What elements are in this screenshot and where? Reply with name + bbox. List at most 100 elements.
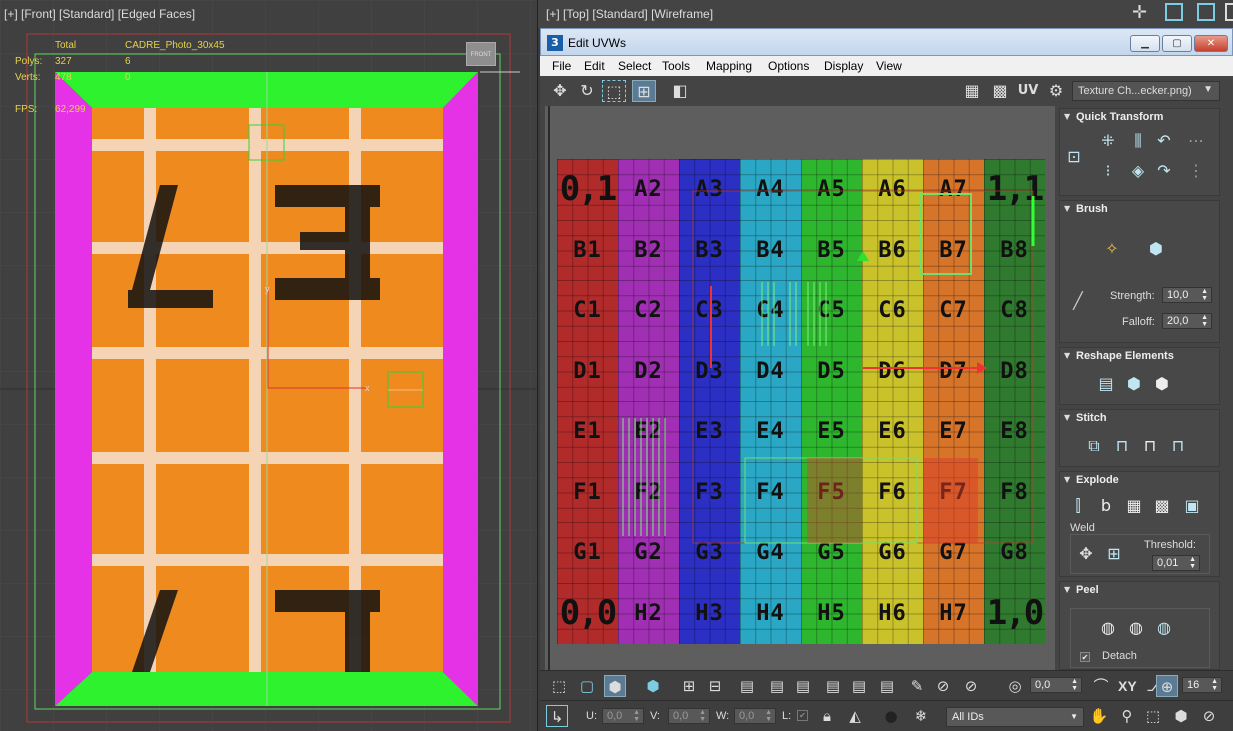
flatten-by-material-icon[interactable]: ▣ (1180, 494, 1204, 518)
grow-selection-icon[interactable]: ⊞ (678, 675, 700, 697)
absolute-offset-icon[interactable]: ↳ (546, 705, 568, 727)
threshold-spinner[interactable]: 0,01 ▲ ▼ (1152, 555, 1200, 571)
zoom-extents-icon[interactable]: ⬢ (1170, 705, 1192, 727)
mirror-icon[interactable]: ◧ (668, 80, 692, 102)
flatten-by-polygon-icon[interactable]: ▦ (1122, 494, 1146, 518)
menu-select[interactable]: Select (618, 59, 651, 73)
zoom-icon[interactable]: ✛ (1132, 2, 1147, 23)
menu-edit[interactable]: Edit (584, 59, 605, 73)
v-spinner[interactable]: 0,0 ▲ ▼ (668, 708, 710, 724)
select-vertex-icon[interactable]: ⬚ (548, 675, 570, 697)
spinner-arrows-icon[interactable]: ▲ ▼ (1211, 678, 1218, 692)
collapse-icon[interactable]: ▼ (1064, 475, 1070, 484)
collapse-icon[interactable]: ▼ (1064, 112, 1070, 121)
select-edge-icon[interactable]: ▢ (576, 675, 598, 697)
target-weld-icon[interactable]: ⊞ (1102, 542, 1126, 566)
loop-icon[interactable]: ▤ (736, 675, 758, 697)
maximize-viewport-icon[interactable] (1225, 3, 1233, 21)
top-viewport-label[interactable]: [+] [Top] [Standard] [Wireframe] (546, 7, 713, 21)
paint-shrink-icon[interactable]: ⊘ (960, 675, 982, 697)
rollout-title[interactable]: Stitch (1076, 412, 1107, 424)
ring-icon[interactable]: ▤ (792, 675, 814, 697)
flatten-by-smoothing-icon[interactable]: ▩ (1150, 494, 1174, 518)
rollout-title[interactable]: Peel (1076, 584, 1099, 596)
zoom-region-icon[interactable]: ⬚ (1142, 705, 1164, 727)
rollout-title[interactable]: Brush (1076, 203, 1108, 215)
close-button[interactable]: ✕ (1194, 35, 1228, 52)
relax-icon[interactable]: ⬢ (1150, 372, 1174, 396)
spinner-arrows-icon[interactable]: ▲ ▼ (1071, 678, 1078, 692)
move-icon[interactable]: ✥ (548, 80, 572, 102)
quick-peel-icon[interactable]: ◍ (1096, 616, 1120, 640)
shrink-selection-icon[interactable]: ⊟ (704, 675, 726, 697)
zoom-extents-icon[interactable] (1165, 3, 1183, 21)
peel-mode-icon[interactable]: ◍ (1124, 616, 1148, 640)
edge-loop-icon[interactable]: ▤ (876, 675, 898, 697)
menu-options[interactable]: Options (768, 59, 809, 73)
select-face-icon[interactable]: ⬢ (604, 675, 626, 697)
menu-mapping[interactable]: Mapping (706, 59, 752, 73)
ring-shrink-icon[interactable]: ▤ (848, 675, 870, 697)
freeform-icon[interactable]: ⊞ (632, 80, 656, 102)
select-element-icon[interactable]: ⬢ (642, 675, 664, 697)
detach-checkbox[interactable]: ✔ (1080, 652, 1090, 662)
show-map-icon[interactable]: ▩ (988, 80, 1012, 102)
window-titlebar[interactable]: 3 Edit UVWs ▁ ▢ ✕ (540, 28, 1233, 56)
relax-brush-icon[interactable]: ⬢ (1144, 237, 1168, 261)
rollout-title[interactable]: Reshape Elements (1076, 350, 1174, 362)
stitch-to-target-icon[interactable]: ⊓ (1166, 434, 1190, 458)
field-of-view-icon[interactable] (1197, 3, 1215, 21)
falloff-curve-icon[interactable]: ⌒ (1090, 675, 1112, 697)
front-viewport-label[interactable]: [+] [Front] [Standard] [Edged Faces] (4, 7, 195, 21)
paint-select-icon[interactable]: ✎ (906, 675, 928, 697)
material-id-dropdown[interactable]: All IDs ▼ (946, 707, 1084, 727)
detach-edge-icon[interactable]: b (1094, 494, 1118, 518)
angle-spinner[interactable]: 0,0 ▲ ▼ (1030, 677, 1082, 693)
falloff-spinner[interactable]: 20,0 ▲ ▼ (1162, 313, 1212, 329)
weld-selected-icon[interactable]: ✥ (1074, 542, 1098, 566)
relax-until-flat-icon[interactable]: ⬢ (1122, 372, 1146, 396)
hide-icon[interactable]: ◭ (844, 705, 866, 727)
straighten-selection-icon[interactable]: ▤ (1094, 372, 1118, 396)
front-viewport[interactable]: x y FRONT [+] [Front] [Standard] [Edged … (0, 0, 537, 731)
rollout-title[interactable]: Explode (1076, 474, 1119, 486)
ring-grow-icon[interactable]: ▤ (822, 675, 844, 697)
viewport-divider[interactable] (537, 0, 538, 731)
grid-spinner[interactable]: 16 ▲ ▼ (1182, 677, 1222, 693)
stitch-custom-icon[interactable]: ⧉ (1082, 434, 1106, 458)
soft-selection-icon[interactable]: ◎ (1004, 675, 1026, 697)
align-pivot-icon[interactable]: ⊡ (1062, 145, 1086, 169)
menu-tools[interactable]: Tools (662, 59, 690, 73)
spinner-arrows-icon[interactable]: ▲ ▼ (765, 709, 772, 723)
stitch-to-source-icon[interactable]: ⊓ (1110, 434, 1134, 458)
snap-toggle-icon[interactable]: ⊘ (1198, 705, 1220, 727)
grid-snap-icon[interactable]: ⊕ (1156, 675, 1178, 697)
rotate-icon[interactable]: ↻ (575, 80, 599, 102)
space-horizontal-icon[interactable]: ⋯ (1184, 129, 1208, 153)
pan-icon[interactable]: ✋ (1088, 705, 1110, 727)
scale-icon[interactable]: ⬚ (602, 80, 626, 102)
align-vertical-icon[interactable]: ⫼ (1126, 129, 1150, 153)
falloff-type-icon[interactable]: ╱ (1066, 289, 1090, 313)
uv-axis-label[interactable]: UV (1016, 80, 1040, 102)
lock-checkbox[interactable]: ✔ (797, 710, 808, 721)
linear-align-icon[interactable]: ◈ (1126, 159, 1150, 183)
align-horizontal-icon[interactable]: ⁜ (1096, 129, 1120, 153)
stitch-average-icon[interactable]: ⊓ (1138, 434, 1162, 458)
menu-file[interactable]: File (552, 59, 571, 73)
collapse-icon[interactable]: ▼ (1064, 585, 1070, 594)
loop-grow-icon[interactable]: ▤ (766, 675, 788, 697)
spinner-arrows-icon[interactable]: ▲ ▼ (633, 709, 640, 723)
spinner-arrows-icon[interactable]: ▲ ▼ (1201, 288, 1208, 302)
collapse-icon[interactable]: ▼ (1064, 351, 1070, 360)
paint-move-icon[interactable]: ✧ (1100, 237, 1124, 261)
w-spinner[interactable]: 0,0 ▲ ▼ (734, 708, 776, 724)
menu-view[interactable]: View (876, 59, 902, 73)
show-hidden-icon[interactable]: ● (880, 705, 902, 727)
collapse-icon[interactable]: ▼ (1064, 413, 1070, 422)
freeze-icon[interactable]: ❄ (910, 705, 932, 727)
rotate-ccw-icon[interactable]: ↶ (1152, 129, 1176, 153)
collapse-icon[interactable]: ▼ (1064, 204, 1070, 213)
checker-pattern-icon[interactable]: ▦ (960, 80, 984, 102)
break-icon[interactable]: ⫿ (1066, 494, 1090, 518)
